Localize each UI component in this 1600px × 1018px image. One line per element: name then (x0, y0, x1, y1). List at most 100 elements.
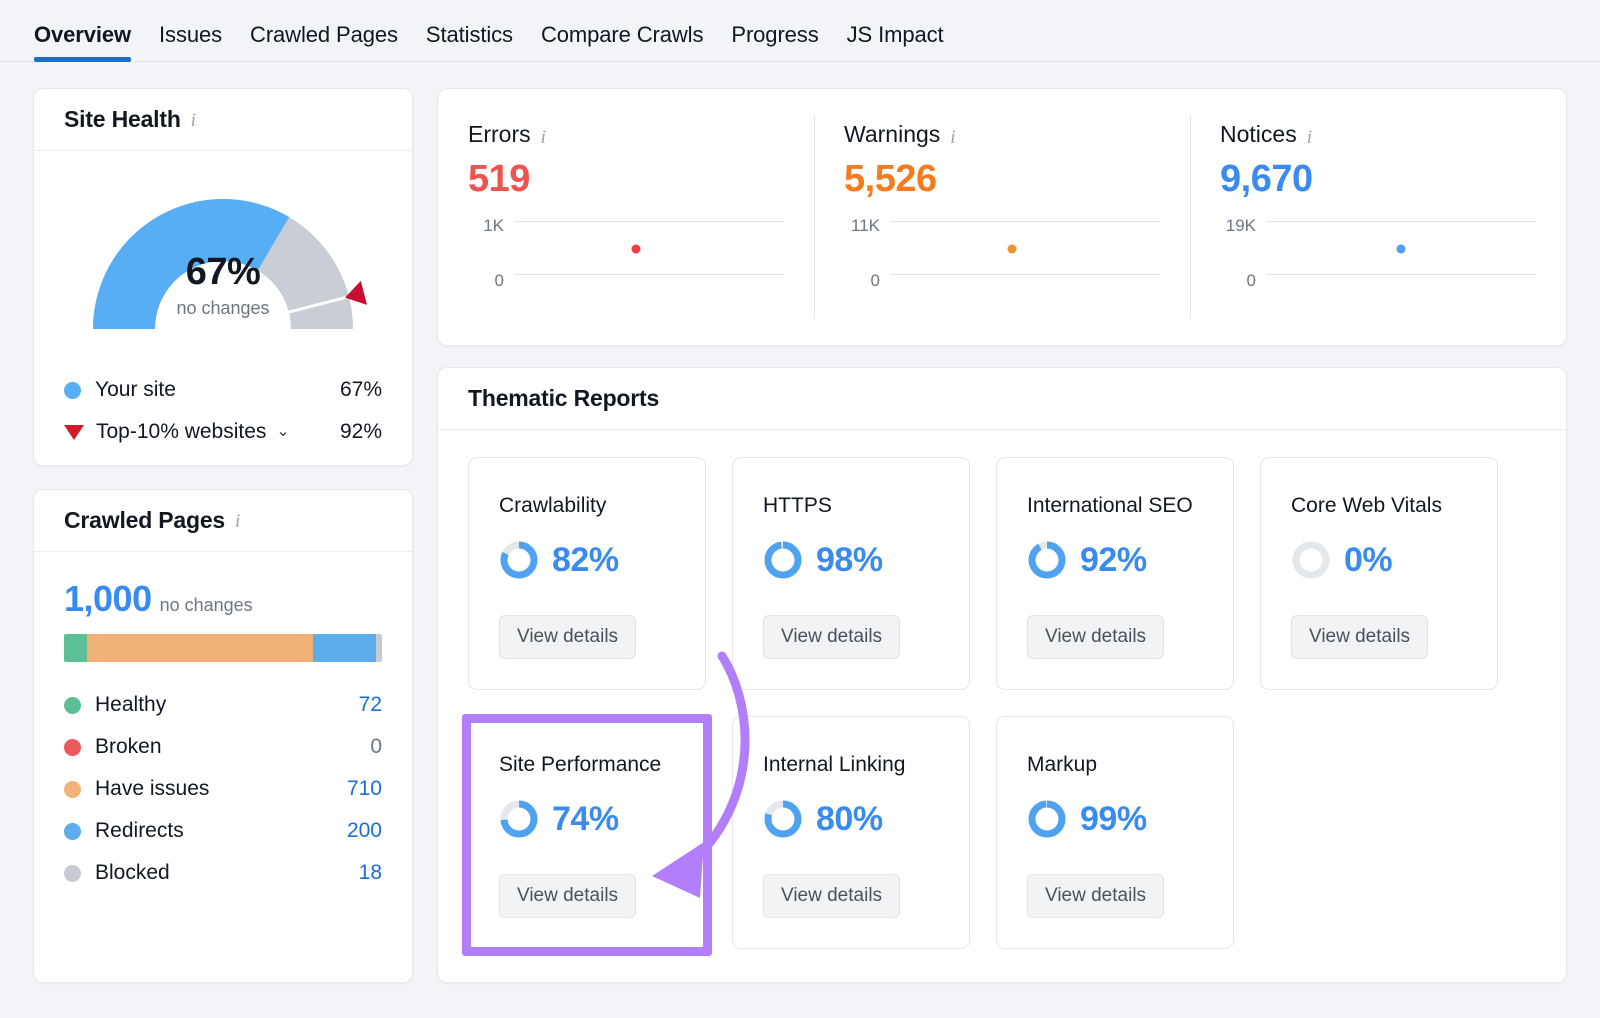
site-health-legend-row: Your site 67% (64, 369, 382, 411)
info-icon[interactable]: i (950, 128, 955, 147)
gridline-top (514, 221, 784, 222)
axis-tick-low: 0 (1246, 271, 1256, 290)
tab-progress[interactable]: Progress (731, 22, 818, 62)
info-icon[interactable]: i (541, 128, 546, 147)
dot-marker-icon (64, 738, 81, 756)
view-details-button[interactable]: View details (1291, 615, 1429, 659)
site-health-gauge: 67% no changes (73, 179, 373, 341)
metric-label: Warnings (844, 121, 941, 147)
donut-progress-icon (500, 800, 538, 838)
metric-warnings: Warnings i 5,526 11K 0 (814, 89, 1190, 345)
dot-marker-icon (64, 780, 81, 798)
view-details-button[interactable]: View details (1027, 615, 1165, 659)
tab-issues[interactable]: Issues (159, 22, 222, 62)
legend-value: 18 (358, 861, 382, 884)
info-icon[interactable]: i (191, 111, 196, 130)
tab-js-impact[interactable]: JS Impact (847, 22, 944, 62)
tab-crawled-pages[interactable]: Crawled Pages (250, 22, 398, 62)
crawled-pages-change: no changes (159, 595, 253, 615)
legend-label: Top-10% websites (96, 420, 267, 443)
gridline-bottom (1266, 274, 1536, 275)
legend-value: 0 (370, 735, 382, 758)
site-health-value: 67% (185, 251, 261, 293)
metric-errors: Errors i 519 1K 0 (438, 89, 814, 345)
crawled-pages-legend-row[interactable]: Healthy 72 (64, 684, 382, 726)
metric-header: Notices i (1220, 121, 1536, 148)
view-details-button[interactable]: View details (1027, 874, 1165, 918)
thematic-card-metric: 80% (763, 799, 939, 839)
sparkline-axis: 19K 0 (1220, 217, 1266, 289)
stacked-bar-segment (312, 634, 377, 662)
thematic-card-title: Crawlability (499, 494, 607, 517)
tab-compare-crawls[interactable]: Compare Crawls (541, 22, 704, 62)
thematic-card-title: International SEO (1027, 494, 1193, 517)
thematic-card-percent: 80% (816, 799, 883, 838)
thematic-card-metric: 74% (499, 799, 675, 839)
crawled-pages-legend-row[interactable]: Redirects 200 (64, 810, 382, 852)
dot-marker-icon (64, 822, 81, 840)
thematic-card-title: Site Performance (499, 753, 662, 776)
axis-tick-high: 19K (1225, 216, 1256, 235)
tab-list: Overview Issues Crawled Pages Statistics Com… (0, 0, 1600, 62)
crawled-pages-legend-row[interactable]: Have issues 710 (64, 768, 382, 810)
thematic-card-metric: 82% (499, 540, 675, 580)
metric-label: Errors (468, 121, 531, 147)
gridline-bottom (514, 274, 784, 275)
thematic-card-crawlability[interactable]: Crawlability 82% View details (468, 457, 706, 690)
tab-bar: Overview Issues Crawled Pages Statistics Com… (0, 0, 1600, 62)
tab-statistics[interactable]: Statistics (426, 22, 513, 62)
thematic-card-core-web-vitals[interactable]: Core Web Vitals 0% View details (1260, 457, 1498, 690)
thematic-card-metric: 92% (1027, 540, 1203, 580)
axis-tick-low: 0 (494, 271, 504, 290)
thematic-reports-header: Thematic Reports (438, 368, 1566, 430)
thematic-card-metric: 0% (1291, 540, 1467, 580)
legend-label: Redirects (95, 819, 184, 842)
gridline-top (890, 221, 1160, 222)
gridline-bottom (890, 274, 1160, 275)
view-details-button[interactable]: View details (499, 615, 637, 659)
thematic-card-site-performance[interactable]: Site Performance 74% View details (468, 716, 706, 949)
legend-label: Your site (95, 378, 176, 401)
view-details-button[interactable]: View details (763, 874, 901, 918)
crawled-pages-body: 1,000 no changes Healthy 72 Broken 0 Have iss… (34, 552, 412, 894)
thematic-card-https[interactable]: HTTPS 98% View details (732, 457, 970, 690)
stacked-bar-segment (64, 634, 87, 662)
sparkline-axis: 1K 0 (468, 217, 514, 289)
info-icon[interactable]: i (1307, 128, 1312, 147)
triangle-marker-icon (64, 424, 84, 440)
legend-value: 710 (346, 777, 382, 800)
metric-sparkline: 1K 0 (468, 217, 784, 289)
metric-header: Warnings i (844, 121, 1160, 148)
thematic-card-percent: 82% (552, 540, 619, 579)
stacked-bar-segment (376, 634, 382, 662)
stacked-bar-segment (86, 634, 313, 662)
dot-marker-icon (64, 864, 81, 882)
sparkline-plot (514, 217, 784, 285)
legend-value: 67% (339, 378, 382, 401)
thematic-card-markup[interactable]: Markup 99% View details (996, 716, 1234, 949)
donut-progress-icon (500, 541, 538, 579)
legend-label: Healthy (95, 693, 167, 716)
view-details-button[interactable]: View details (499, 874, 637, 918)
site-health-change: no changes (176, 298, 270, 318)
sparkline-data-point (1007, 244, 1016, 254)
info-icon[interactable]: i (235, 512, 240, 531)
tab-overview[interactable]: Overview (34, 22, 131, 62)
crawled-pages-stacked-bar (64, 634, 382, 662)
metric-value: 519 (468, 158, 530, 200)
crawled-pages-header: Crawled Pages i (34, 490, 412, 552)
thematic-card-international-seo[interactable]: International SEO 92% View details (996, 457, 1234, 690)
crawled-pages-legend-row[interactable]: Blocked 18 (64, 852, 382, 894)
crawled-pages-legend-row[interactable]: Broken 0 (64, 726, 382, 768)
thematic-card-percent: 74% (552, 799, 619, 838)
dot-marker-icon (64, 696, 81, 714)
view-details-button[interactable]: View details (763, 615, 901, 659)
sparkline-axis: 11K 0 (844, 217, 890, 289)
thematic-card-internal-linking[interactable]: Internal Linking 80% View details (732, 716, 970, 949)
thematic-card-percent: 99% (1080, 799, 1147, 838)
metric-value: 5,526 (844, 158, 937, 200)
chevron-down-icon[interactable]: ⌄ (276, 421, 289, 441)
thematic-card-percent: 0% (1344, 540, 1393, 579)
crawled-pages-card: Crawled Pages i 1,000 no changes Healthy 7… (33, 489, 413, 983)
crawled-pages-legend: Healthy 72 Broken 0 Have issues 710 Redirects 2… (64, 684, 382, 894)
